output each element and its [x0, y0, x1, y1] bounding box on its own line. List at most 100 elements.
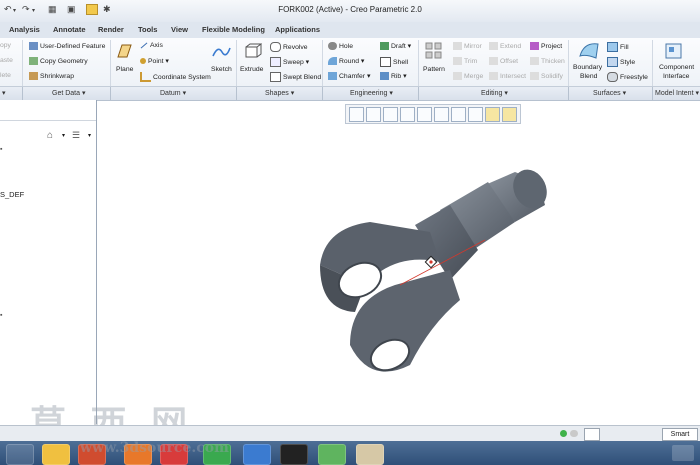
point-button[interactable]: Point ▾ [140, 57, 169, 65]
tree-expander[interactable]: ▪ [0, 312, 2, 319]
copy-geometry-button[interactable]: Copy Geometry [29, 57, 88, 65]
draft-button[interactable]: Draft ▾ [380, 42, 411, 51]
intersect-label: Intersect [500, 72, 527, 80]
mirror-button[interactable]: Mirror [453, 42, 482, 50]
find-icon[interactable] [584, 428, 600, 441]
tray-icon[interactable] [672, 445, 694, 461]
boundary-blend-icon[interactable] [578, 40, 600, 60]
boundary-label-2[interactable]: Blend [580, 73, 597, 80]
viewer-icon[interactable] [318, 444, 346, 465]
group-datum[interactable]: Datum ▾ [160, 89, 186, 97]
coordinate-system-button[interactable]: Coordinate System [140, 72, 211, 82]
tab-render[interactable]: Render [98, 25, 124, 34]
separator [236, 40, 237, 86]
group-get-data[interactable]: Get Data ▾ [52, 89, 85, 97]
group-shapes[interactable]: Shapes ▾ [265, 89, 294, 97]
tree-expander[interactable]: ▪ [0, 146, 2, 153]
repaint-icon[interactable] [400, 107, 415, 122]
tree-settings-dropdown-icon[interactable]: ▾ [62, 132, 65, 139]
tree-item-s-def[interactable]: S_DEF [0, 190, 24, 199]
component-label[interactable]: Component [659, 64, 694, 71]
chamfer-button[interactable]: Chamfer ▾ [328, 72, 370, 81]
project-icon [530, 42, 539, 50]
fork-model[interactable] [300, 150, 560, 390]
sketch-label[interactable]: Sketch [211, 66, 232, 73]
sweep-button[interactable]: Sweep ▾ [270, 57, 309, 67]
plane-label[interactable]: Plane [116, 66, 133, 73]
intersect-button[interactable]: Intersect [489, 72, 526, 80]
style-label: Style [620, 58, 636, 66]
reorient-icon[interactable] [417, 107, 432, 122]
datum-display-icon[interactable] [485, 107, 500, 122]
view-manager-icon[interactable] [451, 107, 466, 122]
zoom-out-icon[interactable] [383, 107, 398, 122]
tree-settings-icon[interactable]: ⌂ [47, 130, 53, 141]
round-button[interactable]: Round ▾ [328, 57, 364, 66]
ribbon-group-bar: ▾ Get Data ▾ Datum ▾ Shapes ▾ Engineerin… [0, 86, 700, 101]
selection-filter-select[interactable]: Smart [662, 428, 698, 441]
paste-button-partial[interactable]: aste [0, 57, 13, 64]
pattern-label[interactable]: Pattern [423, 66, 445, 73]
shell-button[interactable]: Shell [380, 57, 408, 67]
creo-icon[interactable] [243, 444, 271, 465]
hole-button[interactable]: Hole [328, 42, 353, 50]
extrude-icon[interactable] [242, 42, 262, 60]
sketch-icon[interactable] [211, 43, 231, 61]
fill-button[interactable]: Fill [607, 42, 629, 52]
revolve-button[interactable]: Revolve [270, 42, 308, 52]
extrude-label[interactable]: Extrude [240, 66, 263, 73]
rib-label: Rib [391, 73, 402, 80]
component-interface-icon[interactable] [664, 41, 684, 61]
solidify-button[interactable]: Solidify [530, 72, 563, 80]
saved-orientations-icon[interactable] [434, 107, 449, 122]
project-button[interactable]: Project [530, 42, 562, 50]
start-icon[interactable] [6, 444, 34, 465]
collapsed-group-dropdown[interactable]: ▾ [2, 89, 6, 97]
extend-label: Extend [500, 42, 522, 50]
refit-icon[interactable] [349, 107, 364, 122]
trim-button[interactable]: Trim [453, 57, 477, 65]
user-defined-feature-button[interactable]: User-Defined Feature [29, 42, 105, 50]
pattern-icon[interactable] [425, 42, 443, 60]
rib-button[interactable]: Rib ▾ [380, 72, 407, 81]
show-icon[interactable]: ☰ [72, 130, 80, 141]
fill-label: Fill [620, 43, 629, 51]
offset-icon [489, 57, 498, 65]
tab-analysis[interactable]: Analysis [9, 25, 40, 34]
show-dropdown-icon[interactable]: ▾ [88, 132, 91, 139]
graphics-toolbar [345, 104, 521, 124]
group-model-intent[interactable]: Model Intent ▾ [655, 89, 699, 97]
style-button[interactable]: Style [607, 57, 635, 67]
swept-blend-label: Swept Blend [283, 73, 322, 81]
plane-icon[interactable] [115, 42, 133, 60]
group-editing[interactable]: Editing ▾ [481, 89, 508, 97]
boundary-label-1[interactable]: Boundary [573, 64, 602, 71]
annotation-display-icon[interactable] [502, 107, 517, 122]
draft-label: Draft [391, 43, 406, 50]
display-style-icon[interactable] [468, 107, 483, 122]
shrinkwrap-button[interactable]: Shrinkwrap [29, 72, 74, 80]
merge-icon [453, 72, 462, 80]
swept-blend-button[interactable]: Swept Blend [270, 72, 321, 82]
axis-button[interactable]: Axis [140, 42, 163, 49]
freestyle-button[interactable]: Freestyle [607, 72, 648, 82]
merge-button[interactable]: Merge [453, 72, 483, 80]
delete-button-partial[interactable]: lete [0, 72, 11, 79]
draft-icon [380, 42, 389, 51]
group-surfaces[interactable]: Surfaces ▾ [593, 89, 626, 97]
offset-button[interactable]: Offset [489, 57, 518, 65]
tab-tools[interactable]: Tools [138, 25, 157, 34]
copy-button-partial[interactable]: opy [0, 42, 11, 49]
tab-view[interactable]: View [171, 25, 188, 34]
extend-button[interactable]: Extend [489, 42, 521, 50]
zoom-in-icon[interactable] [366, 107, 381, 122]
tab-flexible-modeling[interactable]: Flexible Modeling [202, 25, 265, 34]
info-app-icon[interactable] [280, 444, 308, 465]
tab-annotate[interactable]: Annotate [53, 25, 86, 34]
tab-applications[interactable]: Applications [275, 25, 320, 34]
thicken-button[interactable]: Thicken [530, 57, 565, 65]
interface-label[interactable]: Interface [663, 73, 689, 80]
explorer-icon[interactable] [42, 444, 70, 465]
group-engineering[interactable]: Engineering ▾ [350, 89, 393, 97]
tools-icon[interactable] [356, 444, 384, 465]
